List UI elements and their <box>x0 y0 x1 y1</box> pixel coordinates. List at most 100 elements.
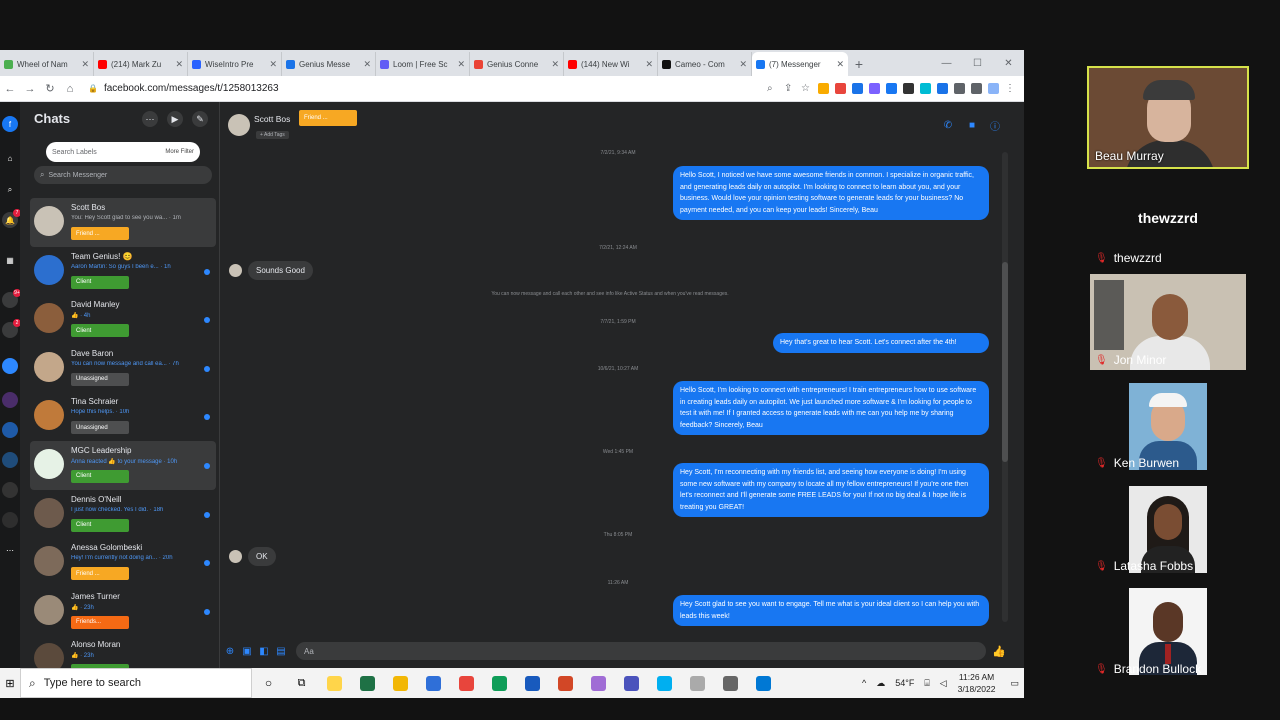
outgoing-message[interactable]: Hey that's great to hear Scott. Let's co… <box>773 333 989 353</box>
taskbar-app-icon[interactable] <box>615 668 648 698</box>
contact-name[interactable]: Scott Bos <box>254 114 290 124</box>
tray-chevron-icon[interactable]: ^ <box>862 678 866 688</box>
label-search-input[interactable]: Search Labels More Filter <box>46 142 200 162</box>
clock[interactable]: 11:26 AM 3/18/2022 <box>958 671 996 695</box>
label-tag[interactable]: Client <box>71 275 129 289</box>
back-icon[interactable]: ← <box>0 83 20 95</box>
shortcut-icon[interactable]: 9+ <box>2 289 21 308</box>
taskbar-app-icon[interactable] <box>681 668 714 698</box>
outgoing-message[interactable]: Hello Scott, I'm looking to connect with… <box>673 381 989 435</box>
taskbar-app-icon[interactable] <box>747 668 780 698</box>
extension-icon[interactable] <box>886 83 897 94</box>
taskbar-app-icon[interactable] <box>318 668 351 698</box>
chat-list-item[interactable]: Team Genius! 😊 Aaron Martin: So guys I be… <box>30 247 216 296</box>
network-icon[interactable]: ⌸ <box>924 678 929 689</box>
shortcut-icon[interactable] <box>2 482 18 498</box>
tab-close-icon[interactable]: ✕ <box>739 59 747 70</box>
more-options-icon[interactable]: ⋯ <box>142 111 158 127</box>
extension-icon[interactable] <box>852 83 863 94</box>
taskbar-app-icon[interactable] <box>648 668 681 698</box>
chat-list-item[interactable]: James Turner 👍 · 23h Friends... <box>30 587 216 636</box>
gif-icon[interactable]: ▤ <box>274 644 288 658</box>
url-field[interactable]: 🔒 facebook.com/messages/t/1258013263 <box>88 83 279 94</box>
taskbar-app-icon[interactable] <box>384 668 417 698</box>
share-icon[interactable]: ⇪ <box>784 83 795 94</box>
message-input[interactable]: Aa <box>296 642 986 660</box>
tab-close-icon[interactable]: ✕ <box>836 59 844 70</box>
reload-icon[interactable]: ↻ <box>40 82 60 95</box>
label-tag[interactable]: Friend ... <box>71 227 129 240</box>
home-icon[interactable]: ⌂ <box>2 150 18 166</box>
taskbar-app-icon[interactable] <box>417 668 450 698</box>
taskbar-app-icon[interactable] <box>450 668 483 698</box>
video-icon[interactable]: ■ <box>966 119 978 131</box>
extension-icon[interactable] <box>937 83 948 94</box>
extension-icon[interactable] <box>869 83 880 94</box>
shortcut-icon[interactable]: 2 <box>2 319 21 338</box>
scrollbar-thumb[interactable] <box>1002 262 1008 462</box>
home-icon[interactable]: ⌂ <box>60 83 80 95</box>
browser-tab[interactable]: (7) Messenger ✕ <box>752 52 848 76</box>
tab-close-icon[interactable]: ✕ <box>175 59 183 70</box>
extension-icon[interactable] <box>954 83 965 94</box>
notifications-icon[interactable]: ▭ <box>1010 678 1019 689</box>
label-tag[interactable]: Unassigned <box>71 421 129 435</box>
bookmark-star-icon[interactable]: ☆ <box>801 83 812 94</box>
new-message-icon[interactable]: ✎ <box>192 111 208 127</box>
maximize-window-button[interactable]: ☐ <box>962 58 993 69</box>
label-tag[interactable]: Friend ... <box>71 567 129 581</box>
label-tag[interactable]: Client <box>71 324 129 338</box>
label-tag[interactable]: Friends... <box>71 615 129 629</box>
notifications-icon[interactable]: 🔔 7 <box>2 209 21 228</box>
taskbar-app-icon[interactable] <box>549 668 582 698</box>
chat-list-item[interactable]: Dave Baron You can now message and call e… <box>30 344 216 393</box>
shortcut-icon[interactable] <box>2 512 18 528</box>
chat-list-item[interactable]: MGC Leadership Anna reacted 👍 to your mes… <box>30 440 216 490</box>
taskbar-app-icon[interactable] <box>582 668 615 698</box>
browser-tab[interactable]: Genius Conne ✕ <box>470 52 564 76</box>
cortana-icon[interactable]: ○ <box>252 668 285 698</box>
profile-icon[interactable] <box>988 83 999 94</box>
label-tag[interactable]: Client <box>71 469 129 483</box>
contact-tag[interactable]: Friend ... <box>299 110 357 126</box>
chat-list-item[interactable]: David Manley 👍 · 4h Client <box>30 295 216 344</box>
contact-avatar[interactable] <box>228 114 250 136</box>
plus-icon[interactable]: ⊕ <box>223 644 237 658</box>
taskbar-app-icon[interactable] <box>516 668 549 698</box>
outgoing-message[interactable]: Hey Scott, I'm reconnecting with my frie… <box>673 463 989 517</box>
image-icon[interactable]: ▣ <box>240 644 254 658</box>
browser-tab[interactable]: WiseIntro Pre ✕ <box>188 52 282 76</box>
zoom-icon[interactable]: ⌕ <box>767 83 778 94</box>
outgoing-message[interactable]: Hey Scott glad to see you want to engage… <box>673 595 989 626</box>
extension-icon[interactable] <box>920 83 931 94</box>
weather-icon[interactable]: ☁ <box>876 678 885 689</box>
browser-tab[interactable]: (214) Mark Zu ✕ <box>94 52 188 76</box>
sticker-icon[interactable]: ◧ <box>257 644 271 658</box>
more-filter-button[interactable]: More Filter <box>165 149 194 155</box>
video-call-icon[interactable]: ▶ <box>167 111 183 127</box>
tab-close-icon[interactable]: ✕ <box>645 59 653 70</box>
like-icon[interactable]: 👍 <box>992 645 1006 658</box>
incoming-message[interactable]: OK <box>248 547 276 566</box>
task-view-icon[interactable]: ⧉ <box>285 668 318 698</box>
taskbar-app-icon[interactable] <box>483 668 516 698</box>
taskbar-app-icon[interactable] <box>351 668 384 698</box>
chat-list-item[interactable]: Anessa Golombeski Hey! I'm currently not … <box>30 538 216 587</box>
extension-icon[interactable] <box>818 83 829 94</box>
shortcut-icon[interactable] <box>2 422 18 438</box>
participant-video-host[interactable]: Beau Murray <box>1087 66 1249 169</box>
add-tags-button[interactable]: + Add Tags <box>256 131 289 139</box>
shortcut-icon[interactable] <box>2 452 18 468</box>
chat-list-item[interactable]: Tina Schraier Hope this helps. · 10h Unass… <box>30 392 216 441</box>
shortcut-icon[interactable] <box>2 358 18 374</box>
close-window-button[interactable]: ✕ <box>993 58 1024 69</box>
tab-close-icon[interactable]: ✕ <box>269 59 277 70</box>
tab-close-icon[interactable]: ✕ <box>363 59 371 70</box>
taskbar-search-input[interactable]: ⌕ Type here to search <box>20 668 252 698</box>
browser-tab[interactable]: Wheel of Nam ✕ <box>0 52 94 76</box>
extension-icon[interactable] <box>835 83 846 94</box>
weather-temp[interactable]: 54°F <box>895 678 914 688</box>
label-tag[interactable]: Client <box>71 518 129 532</box>
phone-icon[interactable]: ✆ <box>942 119 954 131</box>
taskbar-app-icon[interactable] <box>714 668 747 698</box>
